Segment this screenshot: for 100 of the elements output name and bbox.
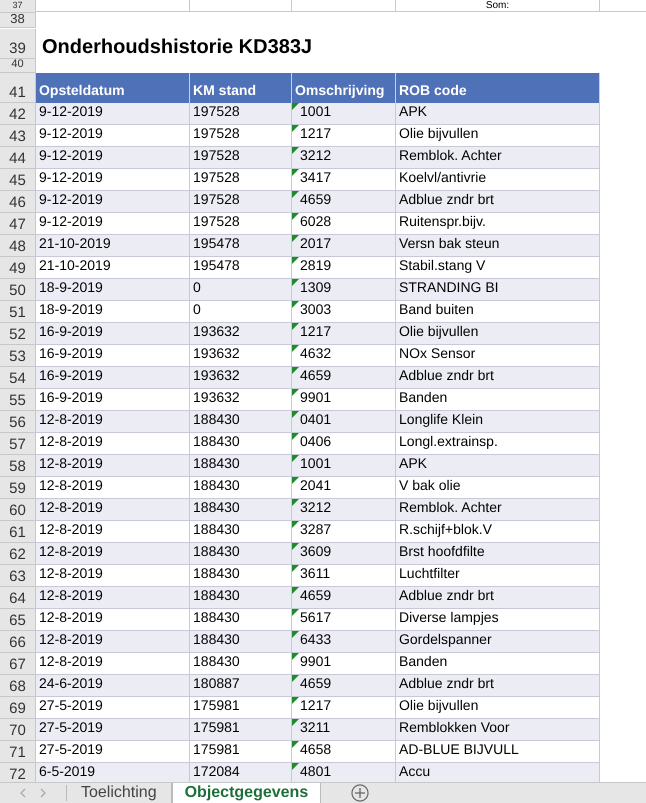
table-cell-text: 1309 [300, 278, 332, 297]
table-cell: 193632 [190, 367, 292, 389]
table-cell: Band buiten [396, 301, 600, 323]
row-number[interactable]: 46 [0, 191, 36, 213]
row-number[interactable]: 49 [0, 257, 36, 279]
table-cell: 197528 [190, 191, 292, 213]
table-cell-text: 4659 [300, 674, 332, 693]
table-cell-text: 1217 [300, 124, 332, 143]
row-number[interactable]: 71 [0, 741, 36, 763]
row-number[interactable]: 42 [0, 103, 36, 125]
row-number[interactable]: 62 [0, 543, 36, 565]
row-number[interactable]: 41 [0, 73, 36, 103]
row-number[interactable]: 48 [0, 235, 36, 257]
row-number[interactable]: 43 [0, 125, 36, 147]
table-cell: Longlife Klein [396, 411, 600, 433]
scroll-right-icon[interactable] [40, 788, 46, 798]
row-number[interactable]: 67 [0, 653, 36, 675]
row-number[interactable]: 61 [0, 521, 36, 543]
table-cell: 21-10-2019 [36, 257, 190, 279]
table-cell-text: 5617 [300, 608, 332, 627]
row-number[interactable]: 59 [0, 477, 36, 499]
scroll-left-icon[interactable] [20, 788, 26, 798]
row-number[interactable]: 45 [0, 169, 36, 191]
row-number[interactable]: 38 [0, 13, 36, 28]
row-number[interactable]: 52 [0, 323, 36, 345]
row-number[interactable]: 56 [0, 411, 36, 433]
row-number[interactable]: 39 [0, 29, 36, 59]
row-number[interactable]: 50 [0, 279, 36, 301]
table-cell: 0 [190, 301, 292, 323]
row-number[interactable]: 69 [0, 697, 36, 719]
table-cell-text: 3609 [300, 542, 332, 561]
sheet-tab[interactable]: Objectgegevens [172, 783, 322, 803]
row-number[interactable]: 63 [0, 565, 36, 587]
table-cell: 193632 [190, 323, 292, 345]
row-number[interactable]: 66 [0, 631, 36, 653]
row-number[interactable]: 37 [0, 0, 36, 13]
table-cell-text: 3611 [300, 564, 330, 583]
table-cell: Olie bijvullen [396, 323, 600, 345]
table-cell: 12-8-2019 [36, 609, 190, 631]
row-number[interactable]: 68 [0, 675, 36, 697]
row-number[interactable]: 51 [0, 301, 36, 323]
table-cell: Diverse lampjes [396, 609, 600, 631]
table-cell-text: 3287 [300, 520, 332, 539]
table-cell: 175981 [190, 697, 292, 719]
row-number[interactable]: 60 [0, 499, 36, 521]
table-cell: 27-5-2019 [36, 719, 190, 741]
table-cell: 27-5-2019 [36, 697, 190, 719]
table-cell: 188430 [190, 455, 292, 477]
table-cell: Koelvl/antivrie [396, 169, 600, 191]
row-number[interactable]: 53 [0, 345, 36, 367]
table-cell: STRANDING BI [396, 279, 600, 301]
table-cell: Adblue zndr brt [396, 367, 600, 389]
table-cell: Banden [396, 653, 600, 675]
row-number[interactable]: 54 [0, 367, 36, 389]
table-cell-text: 4659 [300, 366, 332, 385]
column-header: ROB code [396, 73, 600, 103]
table-cell: Banden [396, 389, 600, 411]
table-cell: 12-8-2019 [36, 455, 190, 477]
row-number[interactable]: 65 [0, 609, 36, 631]
table-cell: 188430 [190, 477, 292, 499]
table-cell: 9-12-2019 [36, 125, 190, 147]
table-cell: 0 [190, 279, 292, 301]
table-cell-text: 0401 [300, 410, 332, 429]
table-cell: 197528 [190, 169, 292, 191]
table-cell: 197528 [190, 213, 292, 235]
table-cell: 172084 [190, 763, 292, 782]
table-cell: Adblue zndr brt [396, 587, 600, 609]
table-cell-text: 4659 [300, 586, 332, 605]
row-number[interactable]: 40 [0, 59, 36, 73]
row-number[interactable]: 57 [0, 433, 36, 455]
row-number[interactable]: 55 [0, 389, 36, 411]
table-cell-text: 6028 [300, 212, 332, 231]
row-number[interactable]: 47 [0, 213, 36, 235]
row-number[interactable]: 72 [0, 763, 36, 782]
table-cell: 188430 [190, 411, 292, 433]
table-cell: 18-9-2019 [36, 279, 190, 301]
table-cell: 24-6-2019 [36, 675, 190, 697]
row-number[interactable]: 44 [0, 147, 36, 169]
table-cell-text: 3212 [300, 498, 332, 517]
table-cell: 9-12-2019 [36, 147, 190, 169]
table-cell-text: 9901 [300, 652, 332, 671]
table-cell-text: 2041 [300, 476, 332, 495]
table-cell: 12-8-2019 [36, 499, 190, 521]
table-cell: 16-9-2019 [36, 323, 190, 345]
row-number[interactable]: 58 [0, 455, 36, 477]
row-number[interactable]: 64 [0, 587, 36, 609]
table-cell: APK [396, 455, 600, 477]
table-cell: V bak olie [396, 477, 600, 499]
table-cell: 188430 [190, 653, 292, 675]
add-sheet-icon[interactable] [351, 784, 370, 802]
table-cell: 12-8-2019 [36, 631, 190, 653]
cell-text: Som: [486, 1, 510, 11]
table-cell: 27-5-2019 [36, 741, 190, 763]
table-cell: 16-9-2019 [36, 345, 190, 367]
table-cell-text: 4801 [300, 762, 332, 781]
row-number[interactable]: 70 [0, 719, 36, 741]
sheet-title: Onderhoudshistorie KD383J [42, 37, 312, 59]
table-cell: 18-9-2019 [36, 301, 190, 323]
table-cell-text: 3003 [300, 300, 332, 319]
table-cell: 188430 [190, 609, 292, 631]
